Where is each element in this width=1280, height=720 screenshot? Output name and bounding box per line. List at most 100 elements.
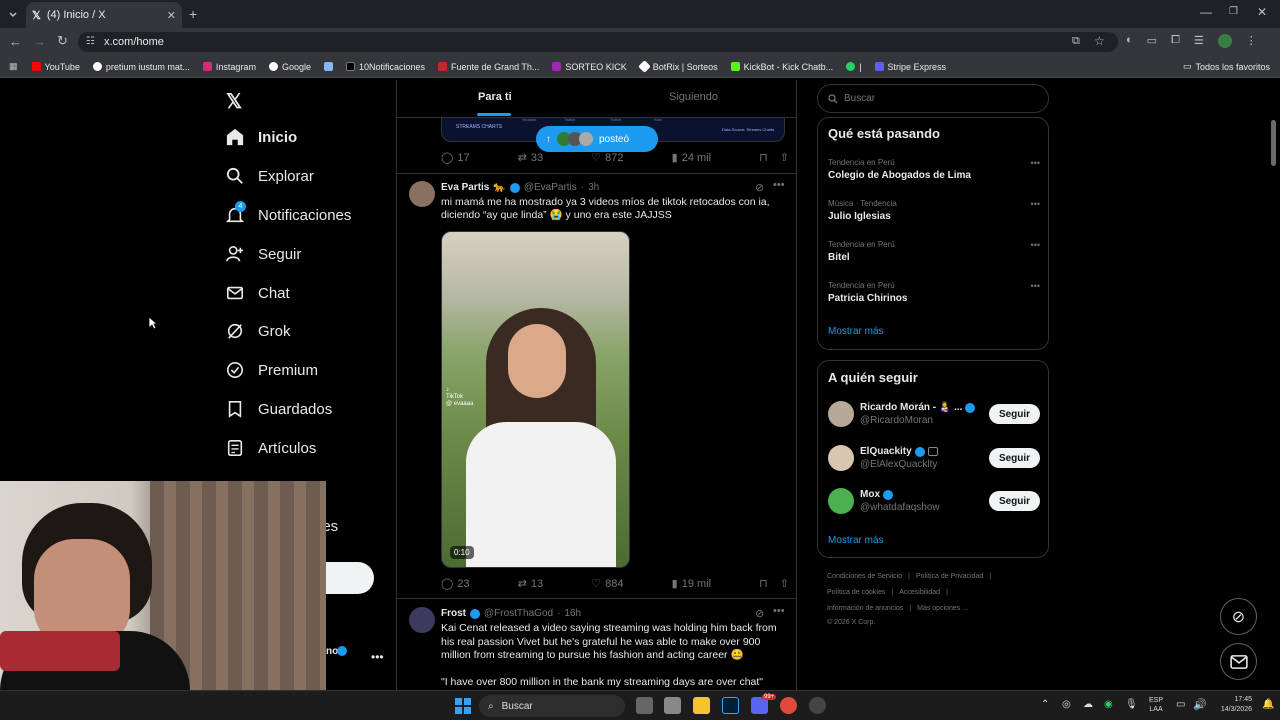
tab-search-icon[interactable] <box>7 8 19 20</box>
bookmark-google[interactable]: Google <box>268 62 311 72</box>
grok-icon[interactable]: ⊘ <box>755 607 764 620</box>
grok-floating-button[interactable]: ⊘ <box>1220 598 1257 635</box>
tray-chevron-icon[interactable]: ⌃ <box>1041 699 1049 710</box>
tweet-video[interactable]: ♪ TikTok @ evaaaa 0:10 <box>441 231 630 568</box>
reply-button[interactable]: ◯ 23 <box>441 577 470 591</box>
onedrive-icon[interactable]: ☁ <box>1083 699 1093 710</box>
author-handle[interactable]: @EvaPartis <box>524 182 577 193</box>
extensions-puzzle-icon[interactable]: ⧠ <box>1171 34 1180 48</box>
more-icon[interactable]: ••• <box>773 605 785 617</box>
bookmark-instagram[interactable]: Instagram <box>202 62 256 72</box>
nav-grok[interactable]: Grok <box>226 322 291 340</box>
nav-follow[interactable]: Seguir <box>226 245 301 263</box>
clock[interactable]: 17:45 14/3/2026 <box>1212 695 1252 715</box>
more-icon[interactable]: ••• <box>1031 158 1040 168</box>
back-icon[interactable]: ← <box>9 34 22 49</box>
microphone-icon[interactable]: 🎙 <box>1125 699 1138 710</box>
task-view-icon[interactable] <box>636 697 653 714</box>
avatar[interactable] <box>409 181 435 207</box>
follow-suggestion[interactable]: Ricardo Morán - 👩‍🍼 ... @RicardoMoran Se… <box>828 401 1040 427</box>
x-logo-icon[interactable]: 𝕏 <box>226 89 242 114</box>
tray-app-icon[interactable]: ◎ <box>1062 699 1071 710</box>
nav-notifications[interactable]: 4 Notificaciones <box>225 201 351 224</box>
apps-grid-icon[interactable]: ▦ <box>9 61 18 72</box>
close-tab-icon[interactable]: ✕ <box>167 9 176 22</box>
bookmark-icon[interactable]: ⊓ <box>759 577 768 590</box>
windows-start-icon[interactable] <box>455 698 471 714</box>
bookmark-sorteo-kick[interactable]: SORTEO KICK <box>552 62 627 72</box>
tweet-time[interactable]: 3h <box>588 182 599 193</box>
follow-suggestion[interactable]: ElQuackity @ElAlexQuacklty Seguir <box>828 445 1040 471</box>
nav-chat[interactable]: Chat <box>226 284 290 302</box>
follow-suggestion[interactable]: Mox @whatdafaqshow Seguir <box>828 488 1040 514</box>
bookmark-10notificaciones[interactable]: 10Notificaciones <box>345 62 425 72</box>
bookmark-extension[interactable] <box>323 62 333 71</box>
volume-icon[interactable]: 🔊 <box>1193 698 1207 711</box>
author-name[interactable]: Frost <box>441 608 466 619</box>
account-menu-icon[interactable]: ••• <box>371 650 384 664</box>
follow-button[interactable]: Seguir <box>989 491 1040 511</box>
restore-icon[interactable]: ❐ <box>1229 6 1238 17</box>
bookmark-botrix[interactable]: BotRix | Sorteos <box>637 60 718 73</box>
bookmark-pretium[interactable]: pretium iustum mat... <box>92 62 190 72</box>
author-name[interactable]: Eva Partis <box>441 182 489 193</box>
bookmark-whatsapp[interactable]: | <box>846 62 862 72</box>
bookmark-icon[interactable]: ⊓ <box>759 151 768 164</box>
menu-kebab-icon[interactable]: ⋮ <box>1246 34 1257 48</box>
more-icon[interactable]: ••• <box>773 179 785 191</box>
reading-list-icon[interactable]: ☰ <box>1194 34 1204 48</box>
share-icon[interactable]: ⇧ <box>780 151 789 164</box>
trend-item[interactable]: Tendencia en Perú Colegio de Abogados de… <box>828 158 1040 181</box>
follow-button[interactable]: Seguir <box>989 448 1040 468</box>
tweet-time[interactable]: 16h <box>564 608 581 619</box>
more-icon[interactable]: ••• <box>1031 199 1040 209</box>
views-button[interactable]: ▮ 24 mil <box>672 151 711 165</box>
minimize-icon[interactable]: — <box>1200 5 1212 19</box>
bookmark-fuente[interactable]: Fuente de Grand Th... <box>438 62 539 72</box>
tab-for-you[interactable]: Para ti <box>478 91 512 103</box>
nav-home[interactable]: Inicio <box>226 128 297 146</box>
bookmark-star-icon[interactable]: ☆ <box>1094 34 1105 48</box>
extension-icon[interactable]: ▭ <box>1147 34 1157 48</box>
new-posts-pill[interactable]: ↑ posteó <box>536 126 658 152</box>
footer-link[interactable]: Política de cookies <box>827 589 885 596</box>
like-button[interactable]: ♡ 884 <box>591 577 623 591</box>
file-explorer-icon[interactable] <box>693 697 710 714</box>
app-icon[interactable] <box>809 697 826 714</box>
forward-icon[interactable]: → <box>33 34 46 49</box>
tab-following[interactable]: Siguiendo <box>669 91 718 103</box>
app-icon[interactable] <box>664 697 681 714</box>
avatar[interactable] <box>409 607 435 633</box>
show-more-link[interactable]: Mostrar más <box>828 326 884 337</box>
notifications-icon[interactable]: 🔔 <box>1262 699 1274 710</box>
trend-item[interactable]: Música · Tendencia Julio Iglesias ••• <box>828 199 1040 222</box>
scrollbar-thumb[interactable] <box>1271 120 1276 166</box>
profile-avatar[interactable] <box>1217 34 1232 48</box>
nav-explore[interactable]: Explorar <box>226 167 314 185</box>
footer-link[interactable]: Política de Privacidad <box>916 573 983 580</box>
reload-icon[interactable]: ↻ <box>57 33 68 49</box>
taskbar-search[interactable]: ⌕ Buscar <box>479 695 625 717</box>
more-icon[interactable]: ••• <box>1031 281 1040 291</box>
show-more-link[interactable]: Mostrar más <box>828 535 884 546</box>
footer-link[interactable]: Condiciones de Servicio <box>827 573 902 580</box>
more-icon[interactable]: ••• <box>1031 240 1040 250</box>
footer-link[interactable]: Más opciones ... <box>917 605 968 612</box>
extension-icon[interactable]: ◐ <box>1126 34 1133 48</box>
bookmark-youtube[interactable]: YouTube <box>31 62 80 72</box>
reply-button[interactable]: ◯ 17 <box>441 151 470 165</box>
repost-button[interactable]: ⇄ 33 <box>518 151 543 165</box>
close-window-icon[interactable]: ✕ <box>1257 5 1267 19</box>
nav-bookmarks[interactable]: Guardados <box>226 400 332 418</box>
follow-button[interactable]: Seguir <box>989 404 1040 424</box>
search-input[interactable]: Buscar <box>817 84 1049 113</box>
share-icon[interactable]: ⇧ <box>780 577 789 590</box>
network-icon[interactable]: ▭ <box>1176 699 1185 710</box>
trend-item[interactable]: Tendencia en Perú Bitel ••• <box>828 240 1040 263</box>
grok-icon[interactable]: ⊘ <box>755 181 764 194</box>
chrome-icon[interactable] <box>780 697 797 714</box>
site-info-icon[interactable]: ☷ <box>86 36 95 47</box>
views-button[interactable]: ▮ 19 mil <box>672 577 711 591</box>
trend-item[interactable]: Tendencia en Perú Patricia Chirinos ••• <box>828 281 1040 304</box>
nav-premium[interactable]: Premium <box>226 361 318 379</box>
